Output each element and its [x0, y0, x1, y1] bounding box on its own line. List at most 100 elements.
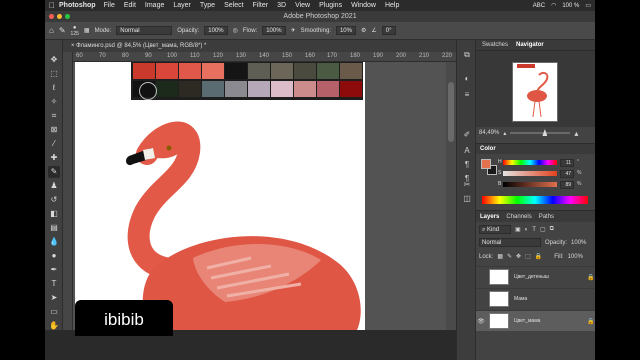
zoom-out-icon[interactable]: ▴ — [503, 130, 506, 137]
brush-settings-icon[interactable]: ▦ — [84, 27, 90, 34]
tab-paths[interactable]: Paths — [539, 214, 554, 220]
swatch[interactable] — [133, 63, 155, 79]
swatch[interactable] — [294, 63, 316, 79]
history-icon[interactable]: ⧉ — [462, 50, 472, 60]
swatch[interactable] — [225, 63, 247, 79]
brush-tool-icon[interactable]: ✎ — [59, 26, 66, 35]
lock-position-icon[interactable]: ✥ — [516, 253, 521, 260]
lock-artboard-icon[interactable]: ⬚ — [525, 253, 531, 260]
tool-presets-icon[interactable]: ✂ — [462, 180, 472, 190]
filter-adjustment-icon[interactable]: ◐ — [525, 227, 529, 233]
brightness-field[interactable]: 89 — [560, 181, 574, 189]
tab-channels[interactable]: Channels — [506, 214, 531, 220]
swatch[interactable] — [340, 63, 362, 79]
smoothing-settings-icon[interactable]: ⚙ — [361, 27, 366, 34]
swatch[interactable] — [225, 81, 247, 97]
swatch[interactable] — [179, 63, 201, 79]
layer-filter-select[interactable]: ⌕ Kind — [479, 225, 511, 234]
swatch[interactable] — [202, 81, 224, 97]
character-icon[interactable]: A — [462, 146, 472, 156]
swatch[interactable] — [202, 63, 224, 79]
paragraph-icon[interactable]: ¶ — [462, 160, 472, 170]
layer-name[interactable]: Мама — [514, 296, 587, 302]
opacity-field[interactable]: 100% — [204, 26, 228, 35]
menu-filter[interactable]: Filter — [253, 2, 269, 9]
eraser-tool-icon[interactable]: ◧ — [48, 208, 60, 220]
healing-tool-icon[interactable]: ✚ — [48, 152, 60, 164]
swatch[interactable] — [156, 63, 178, 79]
minimize-window-button[interactable] — [57, 14, 62, 19]
foreground-color-swatch[interactable] — [481, 159, 491, 169]
type-tool-icon[interactable]: T — [48, 278, 60, 290]
move-tool-icon[interactable]: ✥ — [48, 54, 60, 66]
brushes-icon[interactable]: ✐ — [462, 130, 472, 140]
color-spectrum-ramp[interactable] — [482, 196, 588, 204]
document-canvas[interactable] — [75, 62, 365, 330]
zoom-slider[interactable] — [510, 129, 571, 136]
frame-tool-icon[interactable]: ⊠ — [48, 124, 60, 136]
visibility-eye-icon[interactable]: 👁 — [476, 318, 486, 325]
zoom-slider-thumb[interactable] — [542, 129, 548, 136]
layer-row-selected[interactable]: 👁 Цвет_мама 🔒 — [476, 310, 595, 331]
saturation-field[interactable]: 47 — [560, 170, 574, 178]
filter-type-icon[interactable]: T — [532, 227, 536, 233]
layer-opacity-field[interactable]: 100% — [571, 240, 586, 246]
canvas-vertical-scrollbar[interactable] — [446, 62, 456, 330]
layer-row[interactable]: Цвет_детеныш 🔒 — [476, 266, 595, 287]
gradient-tool-icon[interactable]: ▤ — [48, 222, 60, 234]
home-icon[interactable]: ⌂ — [49, 26, 54, 35]
zoom-window-button[interactable] — [65, 14, 70, 19]
stamp-tool-icon[interactable]: ♟ — [48, 180, 60, 192]
close-window-button[interactable] — [49, 14, 54, 19]
swatch[interactable] — [294, 81, 316, 97]
angle-field[interactable]: 0° — [381, 26, 396, 35]
apple-menu-icon[interactable]:  — [45, 1, 59, 10]
lock-paint-icon[interactable]: ✎ — [507, 253, 512, 260]
fill-field[interactable]: 100% — [568, 254, 583, 260]
blend-mode-select[interactable]: Normal — [479, 238, 541, 247]
tab-layers[interactable]: Layers — [480, 214, 499, 220]
path-select-tool-icon[interactable]: ➤ — [48, 292, 60, 304]
filter-shape-icon[interactable]: ▢ — [540, 226, 546, 233]
menu-view[interactable]: View — [295, 2, 310, 9]
brightness-slider[interactable] — [503, 182, 557, 187]
layer-name[interactable]: Цвет_детеныш — [514, 274, 587, 280]
zoom-value[interactable]: 84,49% — [479, 130, 499, 136]
brush-preset-picker[interactable]: ● 125 — [71, 25, 79, 37]
document-tab[interactable]: × Фламинго.psd @ 84,5% (Цвет_мама, RGB/8… — [63, 40, 473, 52]
adjustments-icon[interactable]: ◐ — [462, 74, 472, 84]
swatch[interactable] — [317, 63, 339, 79]
lasso-tool-icon[interactable]: ℓ — [48, 82, 60, 94]
menu-plugins[interactable]: Plugins — [319, 2, 342, 9]
app-menu[interactable]: Photoshop — [59, 2, 96, 9]
menu-edit[interactable]: Edit — [124, 2, 136, 9]
layer-row[interactable]: Мама — [476, 288, 595, 309]
swatch[interactable] — [156, 81, 178, 97]
menu-image[interactable]: Image — [145, 2, 164, 9]
quick-select-tool-icon[interactable]: ✧ — [48, 96, 60, 108]
smoothing-field[interactable]: 10% — [335, 26, 356, 35]
layer-name[interactable]: Цвет_мама — [514, 318, 587, 324]
battery-label[interactable]: 100 % — [562, 3, 579, 9]
brush-tool-icon[interactable]: ✎ — [48, 166, 60, 178]
airbrush-icon[interactable]: ✈ — [291, 27, 296, 34]
swatch[interactable] — [248, 63, 270, 79]
dodge-tool-icon[interactable]: ● — [48, 250, 60, 262]
mode-select[interactable]: Normal — [116, 26, 173, 35]
pressure-opacity-icon[interactable]: ◎ — [233, 27, 238, 34]
properties-icon[interactable]: ≡ — [462, 90, 472, 100]
navigator-preview[interactable] — [476, 51, 595, 127]
input-source-label[interactable]: ABC — [533, 3, 545, 9]
swatch[interactable] — [271, 63, 293, 79]
lock-pixels-icon[interactable]: ▦ — [497, 253, 503, 260]
swatch[interactable] — [179, 81, 201, 97]
menu-window[interactable]: Window — [351, 2, 376, 9]
zoom-in-icon[interactable]: ▴ — [574, 129, 578, 138]
saturation-slider[interactable] — [503, 171, 557, 176]
swatch[interactable] — [248, 81, 270, 97]
tab-navigator[interactable]: Navigator — [516, 42, 544, 48]
wifi-icon[interactable]: ◠ — [551, 2, 556, 9]
menu-3d[interactable]: 3D — [277, 2, 286, 9]
crop-tool-icon[interactable]: ⌗ — [48, 110, 60, 122]
filter-smart-icon[interactable]: ⧉ — [550, 226, 554, 233]
